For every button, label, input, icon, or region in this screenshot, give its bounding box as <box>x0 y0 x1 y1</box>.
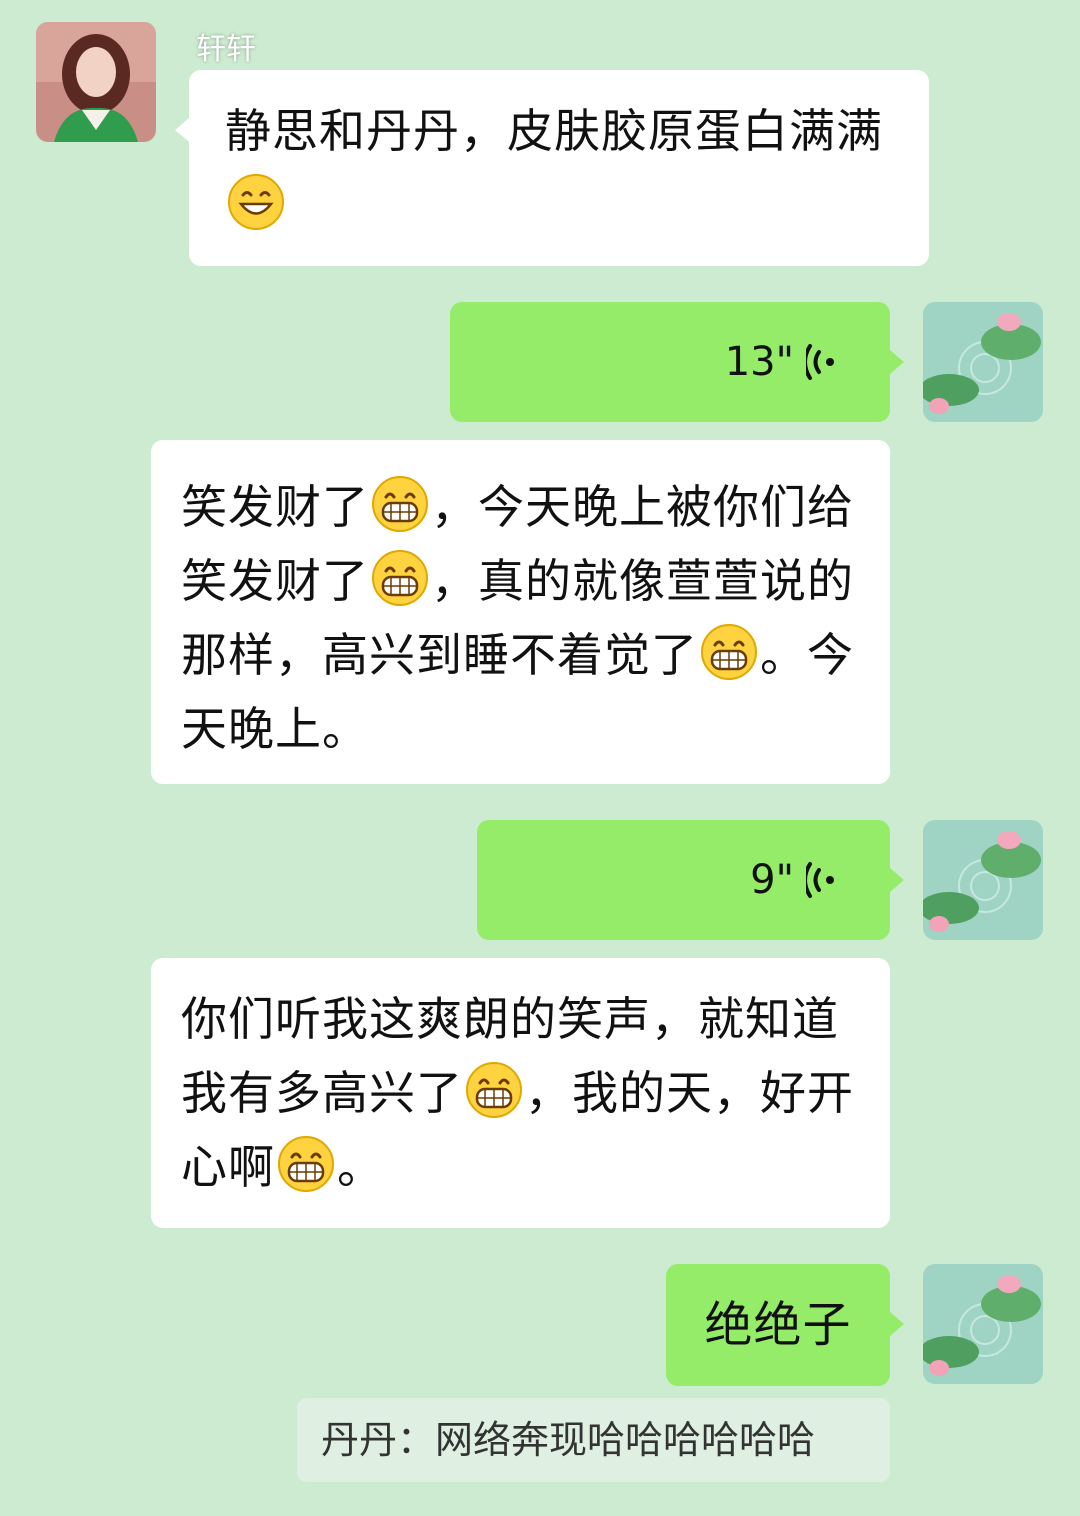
message-bubble-incoming[interactable]: 你们听我这爽朗的笑声，就知道我有多高兴了 ，我的天，好开心啊。 <box>151 958 890 1228</box>
message-bubble-incoming[interactable]: 笑发财了 ，今天晚上被你们给笑发财了 ，真的就像萱萱说的那样，高兴到睡不着觉了 。今天… <box>151 440 890 784</box>
woman-portrait-avatar <box>36 22 156 142</box>
message-bubble-incoming[interactable]: 静思和丹丹，皮肤胶原蛋白满满 <box>175 70 929 266</box>
quoted-message[interactable]: 丹丹：网络奔现哈哈哈哈哈哈 <box>297 1398 890 1482</box>
grinning-face-emoji <box>371 549 429 607</box>
grinning-face-emoji <box>465 1061 523 1119</box>
lotus-pond-avatar <box>923 302 1043 422</box>
my-avatar[interactable] <box>923 302 1043 422</box>
sender-name: 轩轩 <box>196 32 256 67</box>
my-avatar[interactable] <box>923 820 1043 940</box>
grinning-face-emoji <box>700 623 758 681</box>
message-bubble-outgoing[interactable]: 绝绝子 <box>666 1264 904 1386</box>
grinning-face-emoji <box>277 1135 335 1193</box>
message-text: 笑发财了 ，今天晚上被你们给笑发财了 ，真的就像萱萱说的那样，高兴到睡不着觉了 。今天… <box>181 470 860 766</box>
message-text: 静思和丹丹，皮肤胶原蛋白满满 <box>225 94 893 242</box>
message-text: 绝绝子 <box>704 1297 852 1353</box>
grinning-face-emoji <box>371 475 429 533</box>
sender-avatar-xuanxuan[interactable] <box>36 22 156 142</box>
my-avatar[interactable] <box>923 1264 1043 1384</box>
voice-duration: 13" <box>724 339 794 385</box>
message-text: 你们听我这爽朗的笑声，就知道我有多高兴了 ，我的天，好开心啊。 <box>181 992 854 1194</box>
voice-wave-icon <box>806 342 840 382</box>
voice-wave-icon <box>806 860 840 900</box>
lotus-pond-avatar <box>923 1264 1043 1384</box>
smiling-face-emoji <box>227 173 285 231</box>
lotus-pond-avatar <box>923 820 1043 940</box>
voice-duration: 9" <box>750 857 794 903</box>
voice-message-bubble[interactable]: 13" <box>450 302 904 422</box>
voice-message-bubble[interactable]: 9" <box>477 820 904 940</box>
